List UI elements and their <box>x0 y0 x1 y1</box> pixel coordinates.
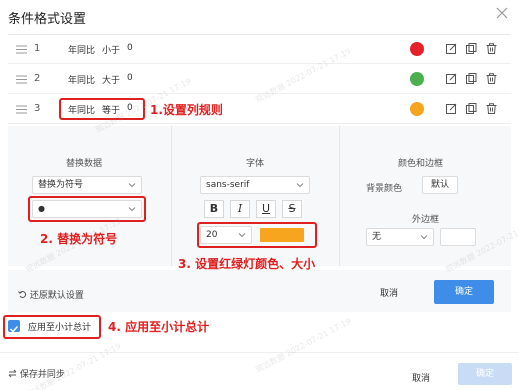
copy-icon[interactable] <box>466 43 477 54</box>
sync-icon <box>8 369 17 378</box>
annotation-set-rule: 1.设置列规则 <box>150 103 223 117</box>
condition-value: 0 <box>127 43 133 53</box>
replace-data-title: 替换数据 <box>66 159 103 169</box>
rule-color-dot <box>410 102 424 116</box>
bold-button[interactable]: B <box>204 200 224 218</box>
rule-color-dot <box>410 72 424 86</box>
annotation-box-symbol <box>28 196 146 222</box>
drag-handle-icon[interactable] <box>16 45 27 54</box>
background-color-label: 背景颜色 <box>366 184 403 194</box>
chevron-down-icon <box>128 183 136 188</box>
dialog-cancel-button[interactable]: 取消 <box>412 371 430 384</box>
condition-field: 年同比 <box>68 76 96 86</box>
edit-icon[interactable] <box>446 73 457 84</box>
rule-number: 1 <box>34 43 41 54</box>
edit-icon[interactable] <box>446 43 457 54</box>
chevron-down-icon <box>296 183 304 188</box>
panel-footer: 还原默认设置 取消 确定 <box>8 270 511 312</box>
rule-row[interactable]: 1 年同比 小于 0 <box>8 35 511 64</box>
outer-border-select[interactable]: 无 <box>366 228 434 246</box>
condition-field: 年同比 <box>68 46 96 56</box>
font-family-value: sans-serif <box>206 180 250 190</box>
border-color-select[interactable] <box>440 228 476 246</box>
delete-icon[interactable] <box>486 73 497 84</box>
replace-type-value: 替换为符号 <box>38 180 84 190</box>
rule-number: 2 <box>34 73 41 84</box>
restore-default-label: 还原默认设置 <box>29 291 84 301</box>
column-divider <box>171 126 172 266</box>
delete-icon[interactable] <box>486 103 497 114</box>
outer-border-value: 无 <box>372 232 382 242</box>
drag-handle-icon[interactable] <box>16 75 27 84</box>
rule-number: 3 <box>34 103 41 114</box>
annotation-box-subtotal <box>3 315 101 339</box>
confirm-button[interactable]: 确定 <box>434 280 494 304</box>
column-divider <box>339 126 340 266</box>
cancel-button[interactable]: 取消 <box>380 286 398 299</box>
delete-icon[interactable] <box>486 43 497 54</box>
close-icon[interactable] <box>493 4 511 22</box>
color-border-title: 颜色和边框 <box>398 159 444 169</box>
outer-border-label: 外边框 <box>412 215 440 225</box>
drag-handle-icon[interactable] <box>16 105 27 114</box>
dialog-title: 条件格式设置 <box>8 12 87 27</box>
strikethrough-button[interactable]: S <box>282 200 302 218</box>
condition-operator: 大于 <box>102 76 121 86</box>
background-color-select[interactable]: 默认 <box>422 176 458 194</box>
restore-icon <box>18 291 27 298</box>
replace-type-select[interactable]: 替换为符号 <box>32 176 142 194</box>
condition-value: 0 <box>127 73 133 83</box>
font-title: 字体 <box>246 159 265 169</box>
font-family-select[interactable]: sans-serif <box>200 176 310 194</box>
restore-default-link[interactable]: 还原默认设置 <box>18 288 84 301</box>
rule-color-dot <box>410 42 424 56</box>
annotation-apply-subtotal: 4. 应用至小计总计 <box>108 320 210 334</box>
rule-row[interactable]: 2 年同比 大于 0 <box>8 65 511 94</box>
chevron-down-icon <box>420 235 428 240</box>
dialog-confirm-button[interactable]: 确定 <box>458 363 512 385</box>
copy-icon[interactable] <box>466 103 477 114</box>
edit-icon[interactable] <box>446 103 457 114</box>
italic-button[interactable]: I <box>230 200 250 218</box>
background-color-value: 默认 <box>430 180 449 190</box>
underline-button[interactable]: U <box>256 200 276 218</box>
annotation-box-font <box>197 222 317 248</box>
copy-icon[interactable] <box>466 73 477 84</box>
condition-operator: 小于 <box>102 46 121 56</box>
